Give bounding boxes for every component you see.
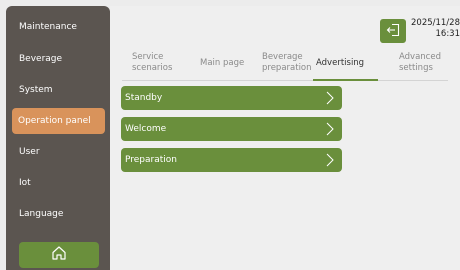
exit-button[interactable] xyxy=(380,19,406,43)
tab-bar: Service scenarios Main page Beverage pre… xyxy=(110,52,460,80)
list-item-label: Welcome xyxy=(125,124,167,134)
list-item-standby[interactable]: Standby xyxy=(121,86,342,110)
chevron-right-icon xyxy=(326,153,334,170)
sidebar-item-label: Beverage xyxy=(19,54,63,64)
chevron-right-icon xyxy=(326,122,334,139)
sidebar-item-label: Language xyxy=(19,209,64,219)
list-item-label: Standby xyxy=(125,93,163,103)
sidebar-item-user[interactable]: User xyxy=(13,139,99,165)
tab-label: scenarios xyxy=(132,63,173,73)
sidebar-item-system[interactable]: System xyxy=(13,77,99,103)
sidebar-item-label: Operation panel xyxy=(18,116,91,126)
sidebar-item-language[interactable]: Language xyxy=(13,201,99,227)
main-panel: 2025/11/28 16:31 Service scenarios Main … xyxy=(110,6,460,270)
active-tab-indicator xyxy=(313,79,378,81)
chevron-right-icon xyxy=(326,91,334,108)
tab-label: Service xyxy=(132,52,164,62)
tab-service-scenarios[interactable]: Service scenarios xyxy=(132,52,172,74)
tab-label: Beverage xyxy=(262,52,303,62)
tab-label: Advanced xyxy=(399,52,441,62)
sidebar-item-label: User xyxy=(19,147,40,157)
date-text: 2025/11/28 xyxy=(411,18,460,28)
tab-divider xyxy=(122,80,448,81)
datetime: 2025/11/28 16:31 xyxy=(410,18,460,40)
tab-advanced-settings[interactable]: Advanced settings xyxy=(399,52,441,74)
sidebar: Maintenance Beverage System Operation pa… xyxy=(6,6,110,270)
home-button[interactable] xyxy=(19,242,99,268)
time-text: 16:31 xyxy=(435,29,460,39)
sidebar-item-maintenance[interactable]: Maintenance xyxy=(13,14,99,40)
sidebar-item-operation-panel[interactable]: Operation panel xyxy=(12,108,105,134)
tab-label: Main page xyxy=(200,58,245,68)
sidebar-item-beverage[interactable]: Beverage xyxy=(13,46,99,72)
sidebar-item-label: Iot xyxy=(19,178,31,188)
tab-label: settings xyxy=(399,63,433,73)
sidebar-item-iot[interactable]: Iot xyxy=(13,170,99,196)
list-item-welcome[interactable]: Welcome xyxy=(121,117,342,141)
sidebar-item-label: System xyxy=(19,85,53,95)
tab-beverage-preparation[interactable]: Beverage preparation xyxy=(262,52,312,74)
home-icon xyxy=(50,244,68,266)
tab-label: preparation xyxy=(262,63,312,73)
sidebar-item-label: Maintenance xyxy=(19,22,77,32)
list-item-label: Preparation xyxy=(125,155,177,165)
list-item-preparation[interactable]: Preparation xyxy=(121,148,342,172)
tab-main-page[interactable]: Main page xyxy=(200,58,244,69)
exit-icon xyxy=(386,22,400,41)
tab-label: Advertising xyxy=(316,58,365,68)
tab-advertising[interactable]: Advertising xyxy=(316,58,364,69)
